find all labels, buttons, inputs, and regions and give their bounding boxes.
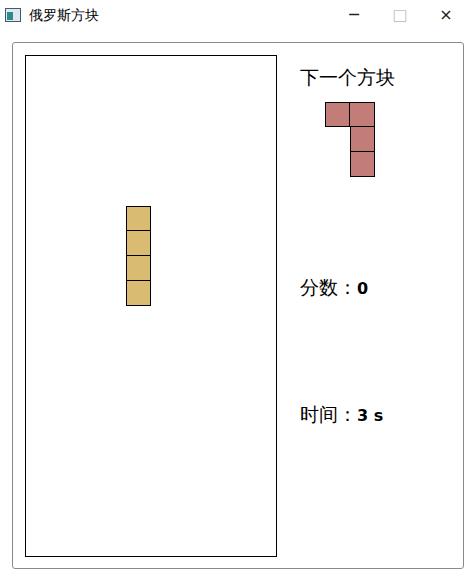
- next-block: [350, 152, 375, 177]
- app-icon: [5, 8, 21, 22]
- falling-block: [126, 231, 151, 256]
- falling-block: [126, 206, 151, 231]
- score: 分数：0: [300, 275, 400, 301]
- falling-block: [126, 281, 151, 306]
- next-block: [350, 127, 375, 152]
- next-block: [350, 102, 375, 127]
- title-bar: 俄罗斯方块 ─□×: [0, 0, 475, 30]
- game-frame: 下一个方块 分数：0 时间：3 s: [12, 42, 464, 569]
- next-label: 下一个方块: [300, 65, 400, 89]
- next-block: [325, 102, 350, 127]
- next-preview: [300, 102, 400, 202]
- close-button[interactable]: ×: [423, 0, 469, 30]
- maximize-button[interactable]: □: [377, 0, 423, 30]
- window-title: 俄罗斯方块: [29, 5, 99, 25]
- falling-block: [126, 256, 151, 281]
- minimize-button[interactable]: ─: [331, 0, 377, 30]
- game-board: [25, 55, 277, 557]
- time: 时间：3 s: [300, 402, 400, 428]
